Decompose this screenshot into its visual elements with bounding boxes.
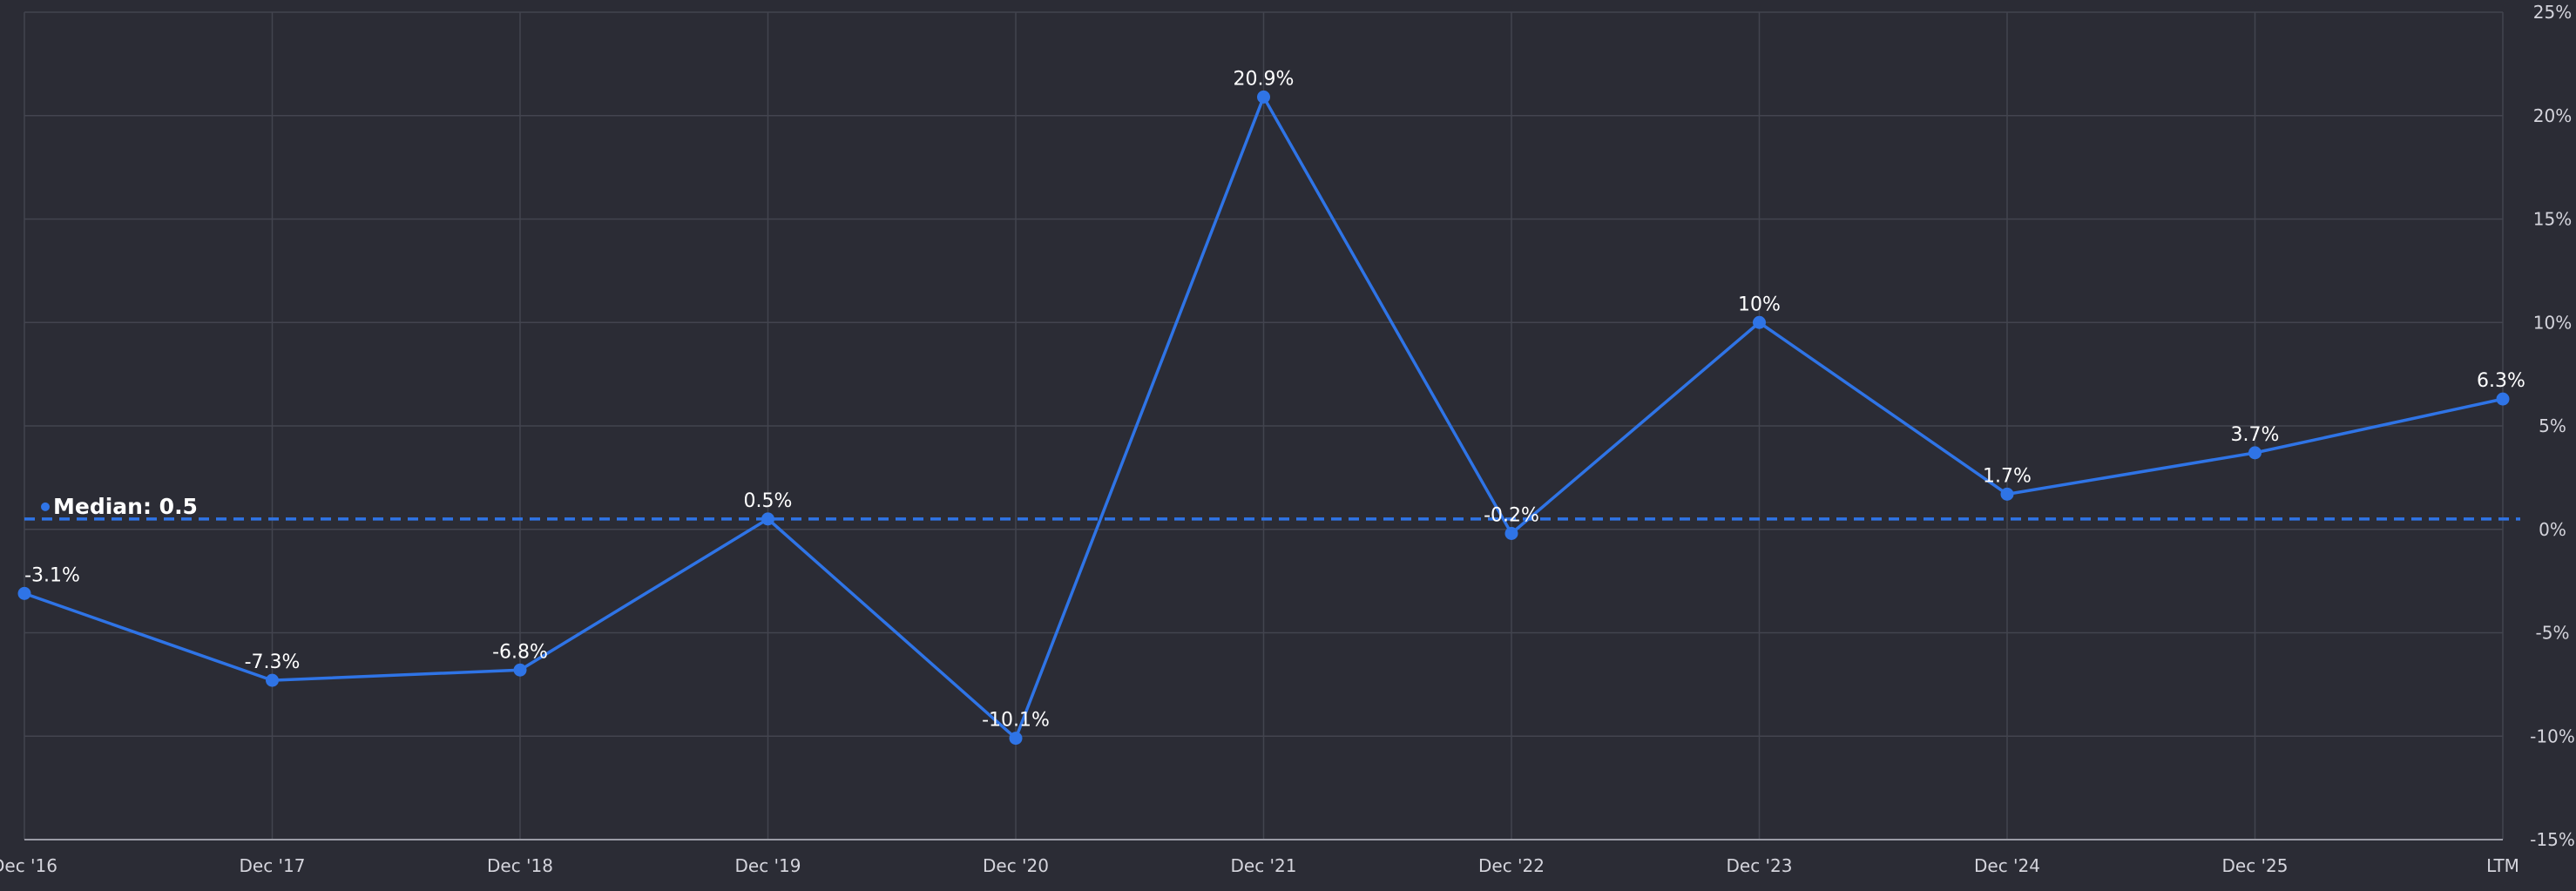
data-point[interactable]	[1257, 90, 1270, 104]
y-tick-label: -15%	[2530, 829, 2575, 850]
x-tick-label: Dec '21	[1230, 855, 1296, 876]
y-tick-label: 15%	[2533, 209, 2572, 230]
data-point[interactable]	[1753, 315, 1766, 329]
x-tick-label: Dec '18	[487, 855, 553, 876]
label-layer: -3.1% -7.3% -6.8% 0.5% -10.1% 20.9% -0.2% 10% 1.…	[24, 68, 2525, 731]
y-tick-label: 25%	[2533, 2, 2572, 23]
data-point[interactable]	[761, 512, 774, 526]
data-label: 1.7%	[1983, 465, 2032, 487]
data-label: -6.8%	[492, 641, 548, 663]
grid-layer	[24, 11, 2504, 840]
x-tick-label: Dec '20	[983, 855, 1049, 876]
x-tick-label: Dec '19	[734, 855, 801, 876]
data-label: -0.2%	[1484, 505, 1539, 527]
x-tick-label: Dec '17	[239, 855, 305, 876]
data-label: 0.5%	[744, 490, 793, 512]
x-tick-label: Dec '16	[0, 855, 57, 876]
x-tick-label: LTM	[2486, 855, 2519, 876]
y-tick-label: 5%	[2539, 415, 2566, 436]
x-tick-label: Dec '25	[2221, 855, 2288, 876]
y-tick-label: -10%	[2530, 726, 2575, 746]
data-point[interactable]	[1504, 527, 1518, 540]
data-point[interactable]	[2496, 392, 2510, 406]
x-tick-label: Dec '22	[1478, 855, 1545, 876]
y-tick-label: 20%	[2533, 105, 2572, 126]
data-label: 20.9%	[1234, 68, 1295, 90]
axis-layer: -15% -10% -5% 0% 5% 10% 15% 20% 25% Dec '16 Dec '1…	[0, 2, 2575, 876]
line-chart: -15% -10% -5% 0% 5% 10% 15% 20% 25% Dec '16 Dec '1…	[0, 0, 2576, 887]
data-point[interactable]	[2248, 446, 2262, 460]
data-label: 6.3%	[2477, 370, 2525, 392]
data-point[interactable]	[2000, 487, 2014, 501]
data-label: 3.7%	[2231, 424, 2280, 446]
y-tick-label: 0%	[2539, 519, 2566, 540]
data-label: -7.3%	[245, 651, 301, 673]
data-point[interactable]	[266, 673, 279, 687]
chart-svg: -15% -10% -5% 0% 5% 10% 15% 20% 25% Dec '16 Dec '1…	[0, 2, 2575, 876]
median-marker	[41, 502, 50, 511]
data-point[interactable]	[513, 663, 527, 677]
y-tick-label: 10%	[2533, 312, 2572, 333]
median-layer: Median: 0.5	[24, 494, 2520, 521]
median-label: Median: 0.5	[53, 494, 198, 519]
data-label: 10%	[1738, 294, 1781, 315]
data-point[interactable]	[17, 586, 31, 600]
x-tick-label: Dec '23	[1726, 855, 1792, 876]
data-label: -10.1%	[982, 710, 1050, 732]
x-tick-label: Dec '24	[1974, 855, 2040, 876]
data-label: -3.1%	[24, 564, 80, 586]
data-point[interactable]	[1009, 732, 1023, 746]
y-tick-label: -5%	[2536, 623, 2570, 644]
